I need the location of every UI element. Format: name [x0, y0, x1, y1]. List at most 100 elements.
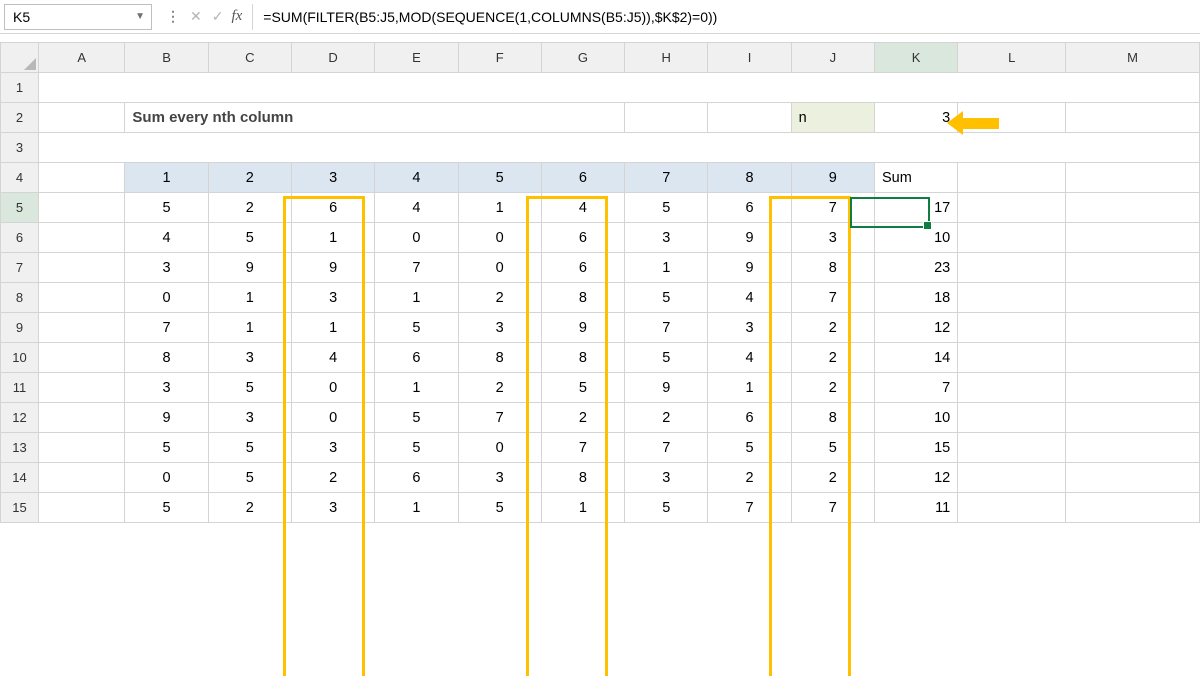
data-cell[interactable]: 3: [208, 403, 291, 433]
data-cell[interactable]: 0: [458, 253, 541, 283]
select-all-corner[interactable]: [1, 43, 39, 73]
data-cell[interactable]: 8: [125, 343, 208, 373]
data-cell[interactable]: 7: [874, 373, 957, 403]
data-cell[interactable]: 6: [708, 193, 791, 223]
data-cell[interactable]: 2: [291, 463, 374, 493]
col-header-E[interactable]: E: [375, 43, 458, 73]
data-cell[interactable]: 8: [541, 343, 624, 373]
data-cell[interactable]: 3: [625, 463, 708, 493]
data-cell[interactable]: 8: [541, 463, 624, 493]
data-cell[interactable]: 2: [541, 403, 624, 433]
col-header-G[interactable]: G: [541, 43, 624, 73]
spreadsheet-grid[interactable]: A B C D E F G H I J K L M 1 2 Sum every …: [0, 42, 1200, 523]
data-cell[interactable]: 5: [208, 373, 291, 403]
data-cell[interactable]: 2: [625, 403, 708, 433]
row-header-2[interactable]: 2: [1, 103, 39, 133]
row-header-15[interactable]: 15: [1, 493, 39, 523]
data-cell[interactable]: 1: [708, 373, 791, 403]
data-cell[interactable]: 5: [625, 343, 708, 373]
row-header-6[interactable]: 6: [1, 223, 39, 253]
fx-icon[interactable]: fx: [231, 8, 242, 25]
col-header-F[interactable]: F: [458, 43, 541, 73]
data-cell[interactable]: 4: [291, 343, 374, 373]
data-cell[interactable]: 7: [458, 403, 541, 433]
formula-input[interactable]: [252, 4, 1200, 30]
data-cell[interactable]: 3: [125, 373, 208, 403]
data-cell[interactable]: 3: [708, 313, 791, 343]
data-cell[interactable]: 2: [458, 373, 541, 403]
col-header-M[interactable]: M: [1066, 43, 1200, 73]
data-cell[interactable]: 8: [541, 283, 624, 313]
data-cell[interactable]: 12: [874, 313, 957, 343]
data-cell[interactable]: 7: [625, 313, 708, 343]
data-cell[interactable]: 10: [874, 403, 957, 433]
col-header-B[interactable]: B: [125, 43, 208, 73]
data-cell[interactable]: 3: [291, 283, 374, 313]
data-cell[interactable]: 6: [541, 253, 624, 283]
data-cell[interactable]: 1: [208, 283, 291, 313]
data-cell[interactable]: 2: [708, 463, 791, 493]
data-cell[interactable]: 3: [625, 223, 708, 253]
data-cell[interactable]: 3: [458, 313, 541, 343]
data-cell[interactable]: 0: [125, 463, 208, 493]
chevron-down-icon[interactable]: ▼: [135, 11, 145, 22]
data-cell[interactable]: 5: [791, 433, 874, 463]
data-cell[interactable]: 2: [791, 463, 874, 493]
row-header-14[interactable]: 14: [1, 463, 39, 493]
data-cell[interactable]: 6: [541, 223, 624, 253]
data-cell[interactable]: 1: [291, 223, 374, 253]
data-cell[interactable]: 12: [874, 463, 957, 493]
data-cell[interactable]: 6: [375, 463, 458, 493]
data-cell[interactable]: 0: [125, 283, 208, 313]
data-cell[interactable]: 6: [291, 193, 374, 223]
row-header-9[interactable]: 9: [1, 313, 39, 343]
data-cell[interactable]: 3: [791, 223, 874, 253]
row-header-1[interactable]: 1: [1, 73, 39, 103]
data-cell[interactable]: 7: [125, 313, 208, 343]
data-cell[interactable]: 5: [625, 283, 708, 313]
data-cell[interactable]: 3: [291, 493, 374, 523]
data-cell[interactable]: 2: [208, 193, 291, 223]
data-cell[interactable]: 9: [208, 253, 291, 283]
data-cell[interactable]: 2: [791, 313, 874, 343]
data-cell[interactable]: 5: [125, 493, 208, 523]
data-cell[interactable]: 1: [541, 493, 624, 523]
data-cell[interactable]: 15: [874, 433, 957, 463]
data-cell[interactable]: 4: [708, 283, 791, 313]
data-cell[interactable]: 9: [291, 253, 374, 283]
data-cell[interactable]: 6: [375, 343, 458, 373]
data-cell[interactable]: 5: [375, 433, 458, 463]
data-cell[interactable]: 7: [375, 253, 458, 283]
row-header-11[interactable]: 11: [1, 373, 39, 403]
data-cell[interactable]: 5: [208, 223, 291, 253]
data-cell[interactable]: 1: [375, 493, 458, 523]
row-header-12[interactable]: 12: [1, 403, 39, 433]
more-icon[interactable]: ⋮: [166, 8, 180, 25]
data-cell[interactable]: 0: [458, 433, 541, 463]
data-cell[interactable]: 2: [208, 493, 291, 523]
row-header-8[interactable]: 8: [1, 283, 39, 313]
col-header-D[interactable]: D: [291, 43, 374, 73]
col-header-I[interactable]: I: [708, 43, 791, 73]
data-cell[interactable]: 0: [291, 373, 374, 403]
data-cell[interactable]: 3: [291, 433, 374, 463]
col-header-H[interactable]: H: [625, 43, 708, 73]
data-cell[interactable]: 9: [541, 313, 624, 343]
data-cell[interactable]: 1: [375, 283, 458, 313]
data-cell[interactable]: 1: [458, 193, 541, 223]
data-cell[interactable]: 9: [625, 373, 708, 403]
data-cell[interactable]: 5: [625, 493, 708, 523]
row-header-7[interactable]: 7: [1, 253, 39, 283]
data-cell[interactable]: 1: [375, 373, 458, 403]
data-cell[interactable]: 7: [791, 283, 874, 313]
row-header-3[interactable]: 3: [1, 133, 39, 163]
data-cell[interactable]: 1: [625, 253, 708, 283]
data-cell[interactable]: 7: [708, 493, 791, 523]
data-cell[interactable]: 7: [541, 433, 624, 463]
row-header-4[interactable]: 4: [1, 163, 39, 193]
data-cell[interactable]: 17: [874, 193, 957, 223]
data-cell[interactable]: 9: [708, 223, 791, 253]
data-cell[interactable]: 1: [208, 313, 291, 343]
data-cell[interactable]: 3: [208, 343, 291, 373]
data-cell[interactable]: 2: [791, 373, 874, 403]
